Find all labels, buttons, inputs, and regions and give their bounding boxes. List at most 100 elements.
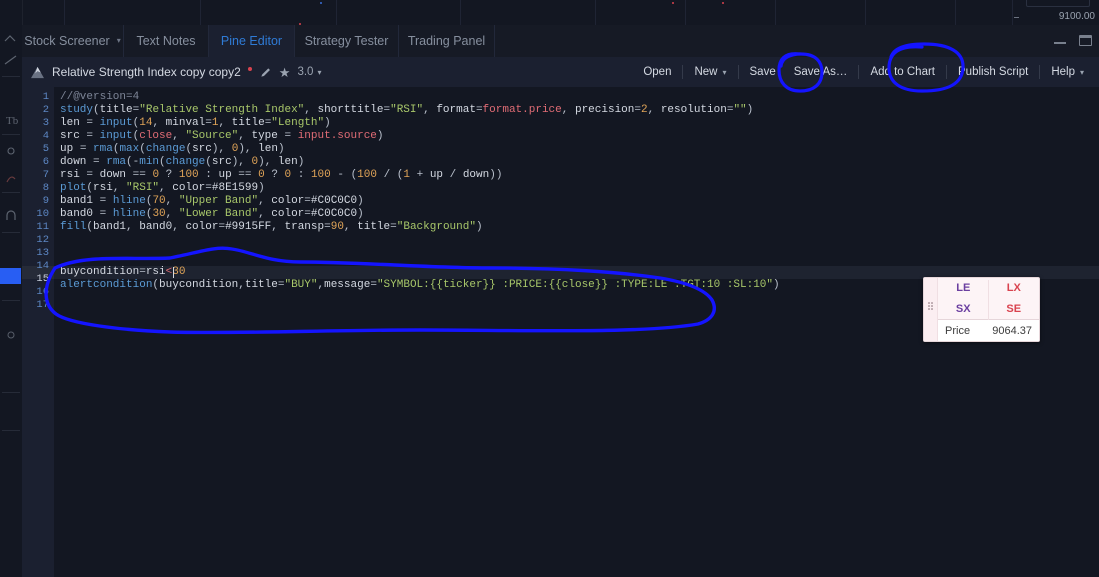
line-number: 9 [42, 195, 49, 207]
code-line: len = input(14, minval=1, title="Length"… [60, 117, 331, 129]
help-button[interactable]: Help ▾ [1042, 62, 1093, 82]
tab-strategy-tester[interactable]: Strategy Tester [295, 25, 399, 57]
price-axis-box [1026, 0, 1090, 7]
code-line: //@version=4 [60, 91, 140, 103]
script-toolbar: Relative Strength Index copy copy2 ★ 3.0… [22, 57, 1099, 88]
line-number: 2 [42, 104, 49, 116]
code-line: down = rma(-min(change(src), 0), len) [60, 156, 305, 168]
widget-drag-handle[interactable] [924, 278, 938, 341]
brush-tool-icon[interactable] [3, 170, 19, 186]
divider [1039, 65, 1041, 79]
script-title: Relative Strength Index copy copy2 [52, 65, 241, 79]
code-line: buycondition=rsi<30 [60, 266, 186, 278]
line-number: 15 [36, 273, 49, 285]
line-number: 10 [36, 208, 49, 220]
price-label: Price [945, 324, 971, 337]
btn-label: Add to Chart [870, 66, 936, 78]
publish-script-button[interactable]: Publish Script [949, 62, 1037, 82]
add-to-chart-button[interactable]: Add to Chart [861, 62, 944, 82]
code-line: src = input(close, "Source", type = inpu… [60, 130, 384, 142]
tab-label: Stock Screener [24, 34, 110, 48]
cursor-tool-icon[interactable] [3, 30, 19, 46]
line-number-gutter: 1 2 3 4 5 6 7 8 9 10 11 12 13 14 15 16 17 [22, 87, 54, 577]
code-line: band0 = hline(30, "Lower Band", color=#C… [60, 208, 364, 220]
line-number: 4 [42, 130, 49, 142]
divider [737, 65, 739, 79]
code-line: plot(rsi, "RSI", color=#8E1599) [60, 182, 265, 194]
tab-label: Strategy Tester [304, 34, 389, 48]
svg-text:Tb: Tb [6, 115, 19, 127]
price-value: 9064.37 [992, 324, 1032, 337]
line-number: 12 [36, 234, 49, 246]
divider [858, 65, 860, 79]
code-line: up = rma(max(change(src), 0), len) [60, 143, 285, 155]
short-entry-button[interactable]: SE [989, 299, 1040, 320]
chevron-down-icon: ▾ [1079, 67, 1084, 77]
version-selector[interactable]: 3.0 ▾ [297, 66, 321, 78]
tab-label: Text Notes [136, 34, 196, 48]
panel-tab-bar: Stock Screener ▾ Text Notes Pine Editor … [22, 25, 1099, 58]
order-price-widget[interactable]: LE LX SX SE Price 9064.37 [923, 277, 1040, 342]
open-button[interactable]: Open [634, 62, 680, 82]
magnet-tool-icon[interactable] [3, 208, 19, 224]
save-as-button[interactable]: Save As… [785, 62, 857, 82]
line-number: 3 [42, 117, 49, 129]
shapes-tool-icon[interactable] [3, 142, 19, 158]
btn-label: New [694, 66, 718, 78]
chart-strip: 9100.00 [0, 0, 1099, 25]
chevron-down-icon: ▾ [317, 67, 322, 77]
short-exit-button[interactable]: SX [938, 299, 989, 320]
tab-label: Trading Panel [407, 34, 486, 48]
line-number: 7 [42, 169, 49, 181]
btn-label: Publish Script [958, 66, 1029, 78]
eye-tool-icon[interactable] [3, 326, 19, 342]
divider [682, 65, 684, 79]
btn-label: Save As… [793, 66, 848, 78]
tab-text-notes[interactable]: Text Notes [124, 25, 209, 57]
line-number: 17 [36, 299, 49, 311]
btn-label: Save [749, 66, 776, 78]
tab-stock-screener[interactable]: Stock Screener ▾ [22, 25, 124, 57]
maximize-icon[interactable] [1079, 34, 1093, 48]
line-number: 11 [36, 221, 49, 233]
divider [988, 280, 989, 320]
line-number: 6 [42, 156, 49, 168]
btn-label: Open [643, 66, 672, 78]
text-tool-icon[interactable]: Tb [3, 112, 19, 128]
price-row: Price 9064.37 [938, 319, 1039, 341]
trendline-tool-icon[interactable] [3, 52, 19, 68]
code-line: study(title="Relative Strength Index", s… [60, 104, 754, 116]
btn-label: Help [1051, 66, 1075, 78]
left-toolbar: Tb [0, 0, 23, 577]
line-number: 5 [42, 143, 49, 155]
code-line: band1 = hline(70, "Upper Band", color=#C… [60, 195, 364, 207]
price-axis-label: 9100.00 [1058, 11, 1095, 22]
tradingview-window: 9100.00 Tb Stock Screener ▾ Text Notes P… [0, 0, 1099, 577]
minimize-icon[interactable] [1053, 34, 1067, 48]
chevron-down-icon: ▾ [116, 36, 121, 45]
tab-trading-panel[interactable]: Trading Panel [399, 25, 495, 57]
pencil-icon[interactable] [259, 66, 272, 79]
line-number: 13 [36, 247, 49, 259]
line-number: 1 [42, 91, 49, 103]
chevron-down-icon: ▾ [722, 67, 727, 77]
divider [946, 65, 948, 79]
star-icon[interactable]: ★ [279, 66, 291, 79]
text-cursor [173, 267, 175, 278]
unsaved-indicator-icon [247, 66, 252, 71]
new-button[interactable]: New ▾ [685, 62, 735, 82]
line-number: 8 [42, 182, 49, 194]
line-number: 16 [36, 286, 49, 298]
window-controls [1053, 25, 1093, 57]
long-entry-button[interactable]: LE [938, 278, 989, 299]
tab-label: Pine Editor [220, 34, 283, 48]
code-line: alertcondition(buycondition,title="BUY",… [60, 279, 780, 291]
mountain-logo-icon [31, 66, 44, 78]
code-line: rsi = down == 0 ? 100 : up == 0 ? 0 : 10… [60, 169, 503, 181]
code-line: fill(band1, band0, color=#9915FF, transp… [60, 221, 483, 233]
tab-pine-editor[interactable]: Pine Editor [209, 25, 295, 57]
version-label: 3.0 [297, 66, 314, 78]
long-exit-button[interactable]: LX [989, 278, 1040, 299]
save-button[interactable]: Save [741, 62, 785, 82]
active-tool-indicator[interactable] [0, 268, 21, 284]
